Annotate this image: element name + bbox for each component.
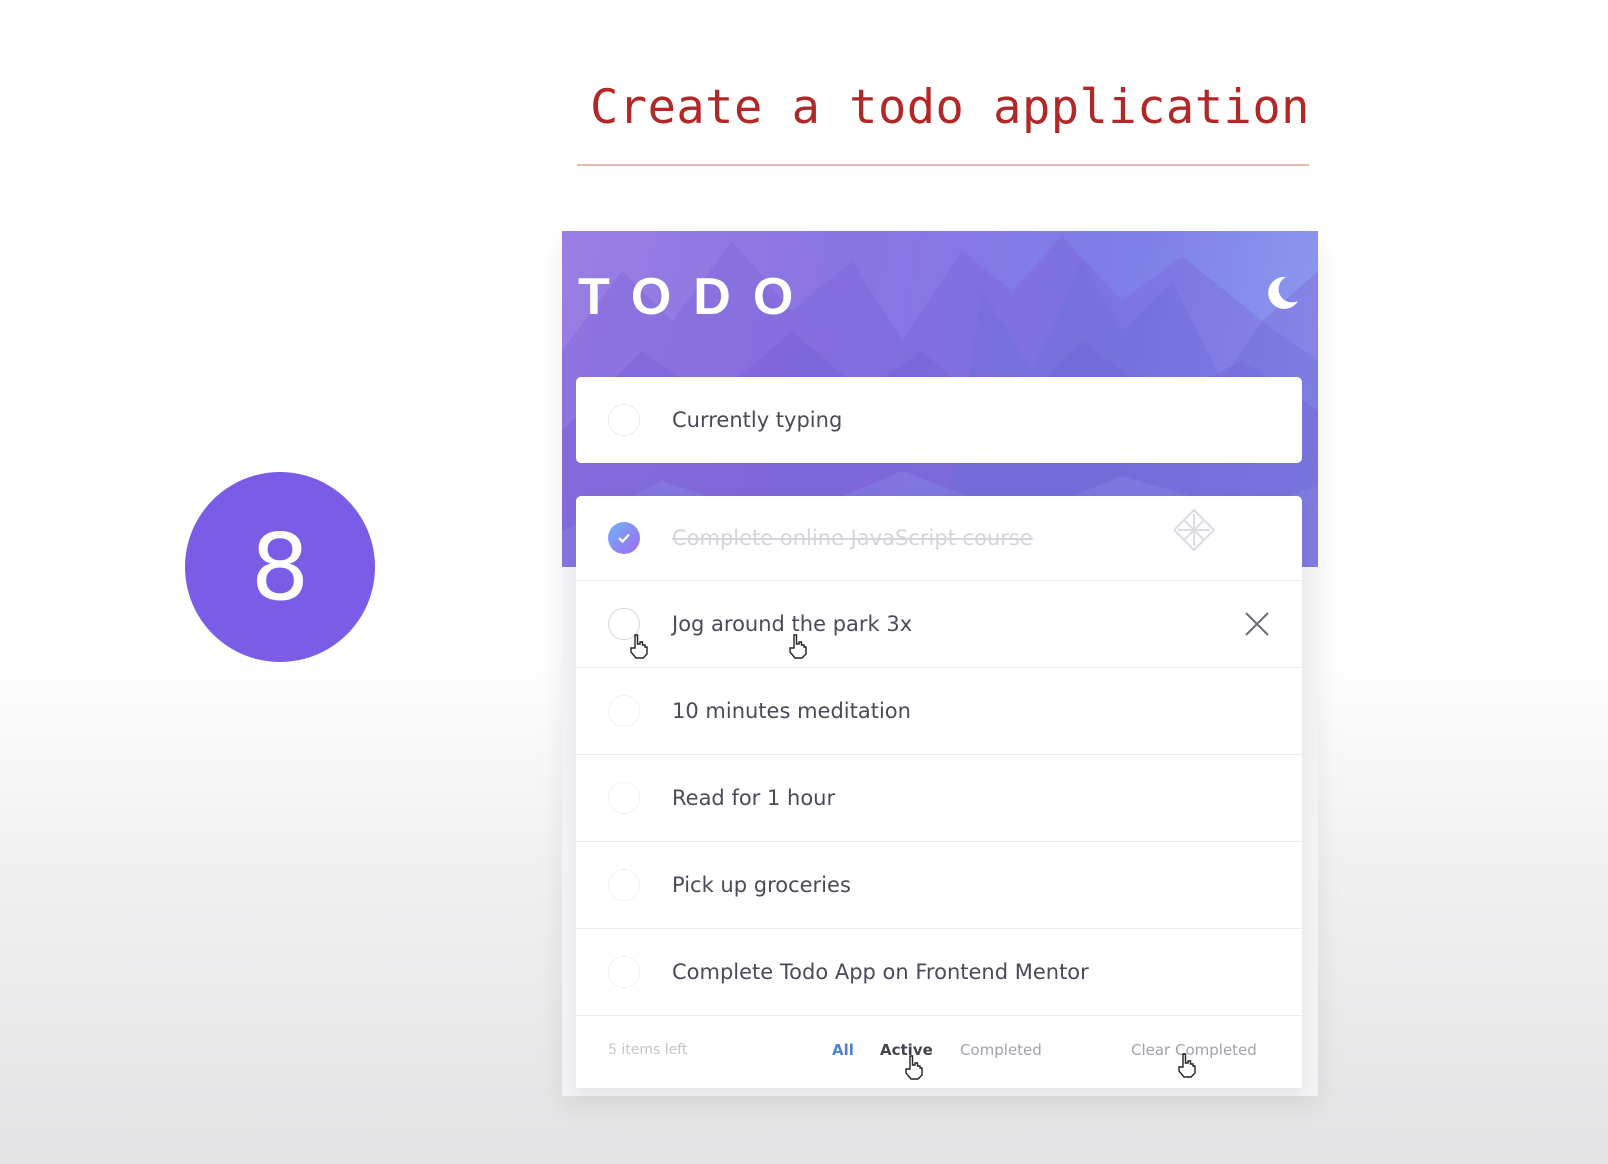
todo-item[interactable]: 10 minutes meditation: [576, 668, 1302, 755]
filter-completed-button[interactable]: Completed: [960, 1041, 1042, 1059]
items-left-count: 5 items left: [608, 1042, 688, 1058]
hand-cursor-icon: [789, 634, 807, 659]
todo-text: Complete Todo App on Frontend Mentor: [672, 960, 1089, 984]
filter-all-button[interactable]: All: [832, 1041, 854, 1059]
app-logo: TODO: [578, 268, 816, 326]
todo-item[interactable]: Read for 1 hour: [576, 755, 1302, 842]
todo-text: Pick up groceries: [672, 873, 851, 897]
new-todo-card: [576, 377, 1302, 463]
todo-checkbox[interactable]: [608, 695, 640, 727]
todo-app-screenshot: TODO Complete online JavaScript course: [562, 231, 1318, 1096]
clear-completed-button[interactable]: Clear Completed: [1131, 1041, 1257, 1059]
title-divider: [577, 164, 1309, 166]
todo-footer: 5 items left All Active Completed Clear …: [576, 1012, 1302, 1088]
todo-text: Complete online JavaScript course: [672, 526, 1033, 550]
todo-checkbox[interactable]: [608, 522, 640, 554]
todo-text: Read for 1 hour: [672, 786, 836, 810]
todo-text: 10 minutes meditation: [672, 699, 911, 723]
delete-x-icon[interactable]: [1242, 609, 1272, 639]
slide-title: Create a todo application: [590, 80, 1310, 135]
todo-text: Jog around the park 3x: [672, 612, 913, 636]
todo-checkbox[interactable]: [608, 782, 640, 814]
filter-active-button[interactable]: Active: [880, 1041, 933, 1059]
todo-checkbox[interactable]: [608, 608, 640, 640]
todo-list: Complete online JavaScript course Jog ar…: [576, 496, 1302, 1088]
check-icon: [618, 533, 630, 544]
drag-move-icon[interactable]: [1172, 508, 1216, 552]
todo-item[interactable]: Jog around the park 3x: [576, 581, 1302, 668]
todo-checkbox[interactable]: [608, 869, 640, 901]
todo-item[interactable]: Complete Todo App on Frontend Mentor: [576, 929, 1302, 1016]
todo-item[interactable]: Pick up groceries: [576, 842, 1302, 929]
moon-icon: [1268, 276, 1298, 309]
todo-checkbox[interactable]: [608, 956, 640, 988]
new-todo-checkbox[interactable]: [608, 404, 640, 436]
theme-toggle-button[interactable]: [1262, 273, 1302, 313]
new-todo-input[interactable]: [672, 408, 1272, 432]
step-number-badge: 8: [185, 472, 375, 662]
todo-item[interactable]: Complete online JavaScript course: [576, 496, 1302, 581]
